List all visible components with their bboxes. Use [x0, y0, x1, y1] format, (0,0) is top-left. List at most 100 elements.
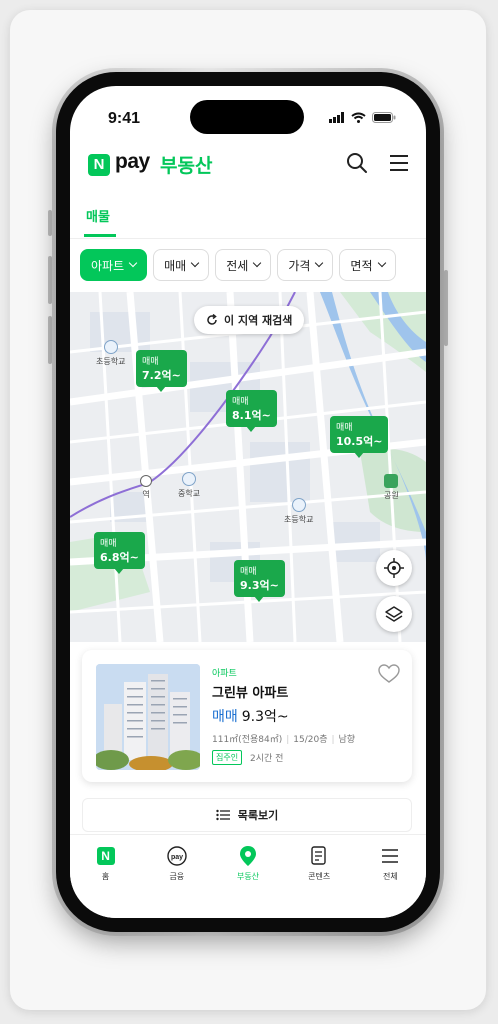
pay-logo: pay [115, 150, 150, 173]
app-screen: 9:41 N pay 부동산 매물 아파트 매매 전세 가격 면적 이 지역 재… [70, 86, 426, 918]
dynamic-island [190, 100, 304, 134]
phone-side-button [48, 316, 52, 364]
refresh-icon [207, 314, 217, 325]
research-area-button[interactable]: 이 지역 재검색 [194, 306, 305, 334]
status-time: 9:41 [108, 110, 141, 127]
listing-info: 111㎡(전용84㎡) | 15/20층 | 남향 [212, 732, 355, 745]
price-pin[interactable]: 매매 10.5억~ [330, 416, 389, 458]
poi-middle-school[interactable]: 중학교 [178, 472, 200, 499]
poi-park[interactable]: 공원 [384, 474, 399, 501]
poi-label: 중학교 [178, 489, 201, 498]
divider: | [331, 735, 335, 745]
listing-type: 아파트 [212, 669, 237, 679]
filter-label: 전세 [226, 258, 249, 273]
school-icon [291, 498, 306, 512]
search-icon[interactable] [346, 152, 368, 174]
pin-price: 6.8억~ [100, 551, 139, 564]
crosshair-icon [384, 558, 404, 578]
filter-area[interactable]: 면적 [339, 249, 396, 281]
map-view[interactable]: 이 지역 재검색 초등학교 중학교 초등학교 역 공원 매매 7.2억~ 매매 8.… [70, 292, 426, 642]
nav-all[interactable]: 전체 [355, 835, 426, 918]
phone-side-button [48, 256, 52, 304]
tree-icon [384, 474, 399, 488]
pin-deal: 매매 [100, 539, 117, 549]
heart-icon[interactable] [378, 664, 400, 684]
chevron-down-icon [315, 258, 324, 268]
pin-price: 9.3억~ [240, 579, 279, 592]
naver-logo[interactable]: N [88, 154, 110, 176]
listing-deal: 매매 [212, 709, 238, 725]
tab-active-indicator [84, 234, 116, 237]
nav-label: 금융 [169, 872, 185, 881]
station-icon [140, 475, 152, 487]
tab-listings[interactable]: 매물 [86, 206, 110, 225]
filter-label: 매매 [164, 258, 187, 273]
nav-real-estate[interactable]: 부동산 [212, 835, 283, 918]
app-header: N pay 부동산 [70, 146, 426, 192]
menu-icon [379, 845, 401, 867]
filter-jeonse[interactable]: 전세 [215, 249, 272, 281]
nav-label: 홈 [101, 872, 110, 881]
list-view-button[interactable]: 목록보기 [82, 798, 412, 832]
filter-property-type[interactable]: 아파트 [80, 249, 148, 281]
listing-price: 9.3억~ [241, 709, 289, 725]
chevron-down-icon [190, 258, 200, 268]
price-pin[interactable]: 매매 8.1억~ [226, 390, 277, 432]
tab-bar: 매물 [70, 192, 426, 239]
status-icons [329, 112, 396, 123]
price-pin[interactable]: 매매 7.2억~ [136, 350, 187, 392]
naver-n-icon: N [95, 845, 117, 867]
battery-icon [372, 112, 396, 123]
pin-deal: 매매 [240, 567, 257, 577]
nav-finance[interactable]: pay 금융 [141, 835, 212, 918]
list-view-label: 목록보기 [237, 809, 279, 822]
listing-price-row: 매매 9.3억~ [212, 706, 289, 726]
poi-elementary-school[interactable]: 초등학교 [96, 340, 125, 367]
school-icon [182, 472, 197, 486]
pin-deal: 매매 [232, 397, 249, 407]
chevron-down-icon [377, 258, 386, 268]
nav-home[interactable]: N 홈 [70, 835, 141, 918]
service-title: 부동산 [160, 155, 213, 177]
filter-price[interactable]: 가격 [277, 249, 334, 281]
research-label: 이 지역 재검색 [224, 314, 293, 327]
owner-badge: 집주인 [212, 750, 243, 765]
listing-direction: 남향 [338, 735, 356, 745]
phone-side-button [444, 270, 448, 346]
listing-card[interactable]: 아파트 그린뷰 아파트 매매 9.3억~ 111㎡(전용84㎡) | 15/20층 | 남… [82, 650, 412, 782]
poi-station[interactable]: 역 [140, 475, 152, 500]
nav-label: 부동산 [236, 872, 260, 881]
poi-label: 초등학교 [96, 357, 126, 366]
hamburger-menu-icon[interactable] [388, 152, 410, 174]
pin-deal: 매매 [142, 357, 159, 367]
filter-label: 가격 [288, 258, 311, 273]
map-layers-button[interactable] [376, 596, 412, 632]
pin-price: 8.1억~ [232, 409, 271, 422]
pin-price: 7.2억~ [142, 369, 181, 382]
poi-elementary-school[interactable]: 초등학교 [284, 498, 313, 525]
apartment-photo [96, 664, 200, 770]
phone-side-button [48, 210, 52, 236]
poi-label: 초등학교 [284, 515, 314, 524]
poi-label: 공원 [384, 491, 399, 500]
filter-bar: 아파트 매매 전세 가격 면적 [70, 238, 426, 292]
document-icon [308, 845, 330, 867]
my-location-button[interactable] [376, 550, 412, 586]
nav-label: 전체 [383, 872, 398, 881]
price-pin[interactable]: 매매 9.3억~ [234, 560, 285, 602]
layers-icon [385, 606, 403, 622]
pay-icon: pay [166, 845, 188, 867]
filter-sale[interactable]: 매매 [153, 249, 210, 281]
listing-area: 111㎡(전용84㎡) [212, 735, 283, 745]
filter-label: 아파트 [91, 258, 125, 273]
chevron-down-icon [128, 258, 138, 268]
chevron-down-icon [253, 258, 262, 268]
nav-contents[interactable]: 콘텐츠 [284, 835, 355, 918]
divider: | [286, 735, 290, 745]
list-icon [216, 809, 230, 821]
price-pin[interactable]: 매매 6.8억~ [94, 532, 145, 574]
status-bar: 9:41 [70, 86, 426, 138]
listing-time: 2시간 전 [250, 754, 284, 764]
listing-floor: 15/20층 [293, 735, 328, 745]
bottom-navigation: N 홈 pay 금융 부동산 콘텐츠 전체 [70, 834, 426, 918]
